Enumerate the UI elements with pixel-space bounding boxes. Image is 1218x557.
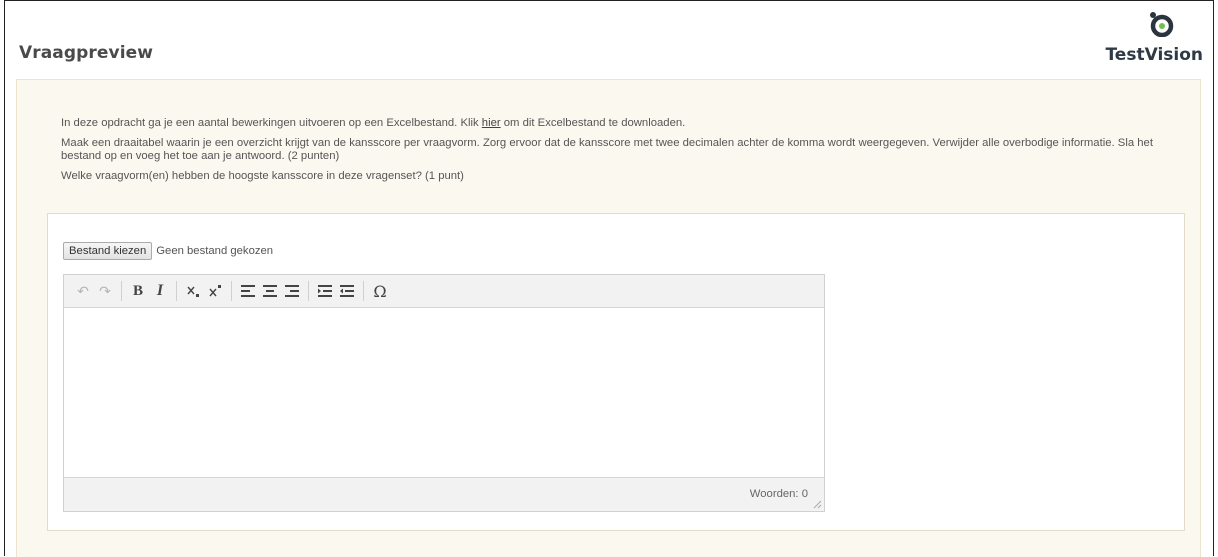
toolbar-divider (231, 281, 232, 301)
superscript-icon (209, 285, 221, 297)
align-left-icon (241, 285, 255, 297)
align-center-button[interactable] (259, 280, 281, 302)
word-count: Woorden: 0 (749, 488, 808, 500)
testvision-logo-icon (1150, 12, 1174, 37)
indent-icon (318, 285, 332, 297)
header: Vraagpreview TestVision (5, 1, 1213, 81)
instruction-paragraph-3: Welke vraagvorm(en) hebben de hoogste ka… (61, 169, 464, 182)
answer-text-area[interactable] (64, 308, 824, 478)
bold-button[interactable]: B (127, 280, 149, 302)
rich-text-editor: ↶ ↷ B I Ω Woorden: 0 (63, 274, 825, 512)
subscript-icon (187, 286, 199, 297)
file-upload-row: Bestand kiezen Geen bestand gekozen (63, 242, 273, 260)
undo-button[interactable]: ↶ (72, 280, 94, 302)
instruction-text: om dit Excelbestand te downloaden. (500, 117, 686, 129)
toolbar-divider (121, 281, 122, 301)
superscript-button[interactable] (204, 280, 226, 302)
toolbar-divider (176, 281, 177, 301)
align-right-button[interactable] (281, 280, 303, 302)
preview-window: Vraagpreview TestVision In deze opdracht… (4, 0, 1214, 557)
special-character-button[interactable]: Ω (369, 280, 391, 302)
outdent-icon (340, 285, 354, 297)
indent-button[interactable] (314, 280, 336, 302)
redo-button[interactable]: ↷ (94, 280, 116, 302)
page-title: Vraagpreview (19, 43, 154, 63)
choose-file-button[interactable]: Bestand kiezen (63, 242, 153, 260)
question-text: In deze opdracht ga je een aantal bewerk… (61, 117, 1181, 189)
toolbar-divider (363, 281, 364, 301)
download-link[interactable]: hier (482, 117, 501, 129)
align-left-button[interactable] (237, 280, 259, 302)
resize-handle-icon[interactable] (812, 499, 822, 509)
instruction-paragraph-1: In deze opdracht ga je een aantal bewerk… (61, 117, 1181, 131)
subscript-button[interactable] (182, 280, 204, 302)
editor-statusbar: Woorden: 0 (64, 477, 824, 511)
toolbar-divider (308, 281, 309, 301)
testvision-logo: TestVision (1105, 11, 1203, 71)
instruction-paragraph-2: Maak een draaitabel waarin je een overzi… (61, 136, 1153, 163)
file-status: Geen bestand gekozen (156, 245, 274, 257)
outdent-button[interactable] (336, 280, 358, 302)
align-right-icon (285, 285, 299, 297)
question-panel: In deze opdracht ga je een aantal bewerk… (16, 79, 1201, 557)
instruction-text: In deze opdracht ga je een aantal bewerk… (61, 117, 482, 129)
italic-button[interactable]: I (149, 280, 171, 302)
align-center-icon (263, 285, 277, 297)
editor-toolbar: ↶ ↷ B I Ω (64, 275, 824, 308)
logo-text: TestVision (1105, 45, 1203, 65)
answer-box: Bestand kiezen Geen bestand gekozen ↶ ↷ … (47, 213, 1185, 531)
